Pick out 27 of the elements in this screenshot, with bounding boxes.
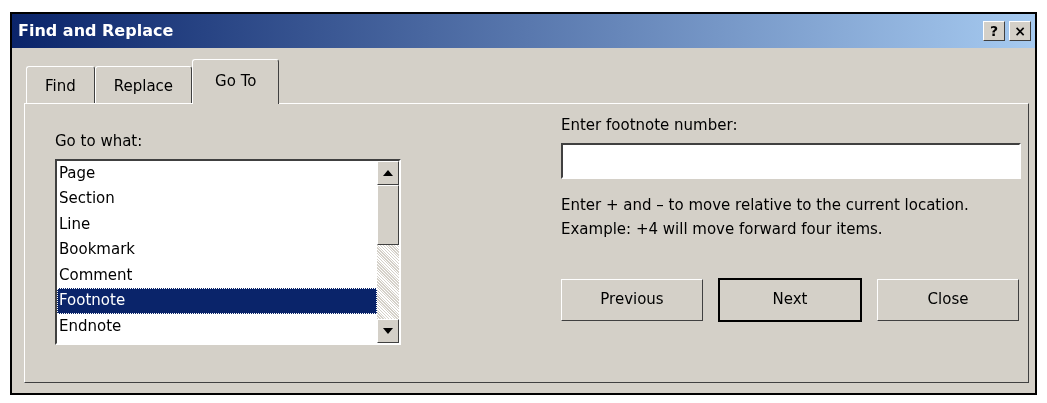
list-item[interactable]: Section bbox=[57, 186, 377, 212]
list-label: Go to what: bbox=[55, 131, 144, 152]
scroll-down-button[interactable] bbox=[377, 318, 399, 343]
up-arrow-icon bbox=[383, 169, 393, 176]
down-arrow-icon bbox=[383, 327, 393, 334]
window-title: Find and Replace bbox=[18, 20, 174, 42]
help-button[interactable]: ? bbox=[983, 21, 1005, 41]
list-item[interactable]: Line bbox=[57, 211, 377, 237]
hint-text: Enter + and – to move relative to the current location. Example: +4 will move forward four items. bbox=[561, 194, 970, 240]
list-item[interactable]: Endnote bbox=[57, 313, 377, 339]
dialog-button[interactable]: Close bbox=[877, 278, 1019, 321]
tab[interactable]: Find bbox=[26, 65, 95, 103]
dialog-button[interactable]: Previous bbox=[561, 278, 703, 321]
tab[interactable]: Replace bbox=[94, 65, 193, 103]
close-button[interactable]: × bbox=[1009, 21, 1031, 41]
scroll-up-button[interactable] bbox=[377, 160, 399, 185]
field-label: Enter footnote number: bbox=[561, 115, 739, 136]
scrollbar[interactable] bbox=[377, 160, 399, 343]
tab[interactable]: Go To bbox=[192, 58, 280, 104]
dialog-button[interactable]: Next bbox=[719, 278, 861, 321]
scroll-thumb[interactable] bbox=[377, 184, 399, 245]
list-item[interactable]: Bookmark bbox=[57, 237, 377, 263]
list-item[interactable]: Comment bbox=[57, 262, 377, 288]
footnote-number-field[interactable] bbox=[561, 142, 1021, 179]
list-box[interactable]: Page Section Line Bookmark Comment Footnote Endnote bbox=[55, 158, 401, 345]
list-item[interactable]: Footnote bbox=[57, 288, 377, 314]
list-item[interactable]: Page bbox=[57, 160, 377, 186]
